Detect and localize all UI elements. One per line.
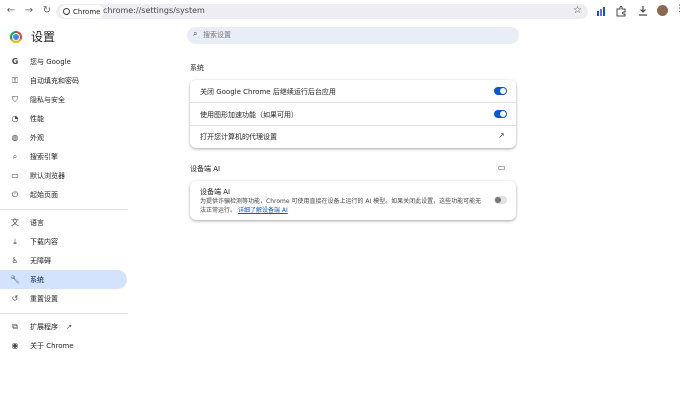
sidebar-item-label: 扩展程序 <box>30 322 58 331</box>
accessibility-icon: ♿ <box>11 256 19 265</box>
sidebar-item-label: 外观 <box>30 133 44 142</box>
sidebar-item-performance[interactable]: ◔ 性能 <box>0 109 127 128</box>
open-in-new-icon: ↗ <box>66 322 72 331</box>
section-title-ondevice-ai: 设备端 AI <box>190 165 221 173</box>
page-title: 设置 <box>31 30 56 44</box>
section-title-system: 系统 <box>190 64 204 72</box>
google-g-icon: G <box>11 57 19 66</box>
sidebar-item-label: 无障碍 <box>30 256 51 265</box>
url-text[interactable]: chrome://settings/system <box>103 6 205 15</box>
sidebar-item-label: 您与 Google <box>30 57 71 66</box>
learn-more-link[interactable]: 详细了解设备端 AI <box>238 207 288 214</box>
sidebar-item-label: 搜索引擎 <box>30 152 58 161</box>
palette-icon: ◍ <box>11 133 19 142</box>
puzzle-icon[interactable] <box>615 5 627 17</box>
sidebar-item-on-startup[interactable]: ⏻ 起始页面 <box>0 185 127 204</box>
sidebar-item-label: 自动填充和密码 <box>30 76 79 85</box>
speedometer-icon: ◔ <box>11 114 19 123</box>
open-in-new-icon[interactable]: ↗ <box>498 131 505 140</box>
row-label: 关闭 Google Chrome 后继续运行后台应用 <box>200 88 336 96</box>
reload-icon[interactable]: ↻ <box>41 5 53 17</box>
bookmark-star-icon[interactable]: ☆ <box>573 5 582 16</box>
sidebar-item-label: 下载内容 <box>30 237 58 246</box>
sidebar-item-search-engine[interactable]: ⌕ 搜索引擎 <box>0 147 127 166</box>
search-input[interactable] <box>203 28 503 42</box>
sidebar-item-privacy[interactable]: ⛉ 隐私与安全 <box>0 90 127 109</box>
sidebar-item-reset[interactable]: ↺ 重置设置 <box>0 289 127 308</box>
chrome-icon <box>63 8 70 15</box>
profile-avatar[interactable] <box>657 5 668 16</box>
sidebar-item-extensions[interactable]: ⧉ 扩展程序 ↗ <box>0 317 127 336</box>
sidebar-item-label: 重置设置 <box>30 294 58 303</box>
sidebar-divider <box>0 209 128 210</box>
sidebar-item-you-and-google[interactable]: G 您与 Google <box>0 52 127 71</box>
download-icon: ⤓ <box>13 236 17 246</box>
back-arrow-icon[interactable]: ← <box>5 5 17 17</box>
sidebar-item-label: 默认浏览器 <box>30 171 65 180</box>
site-chip-label: Chrome <box>73 7 101 16</box>
translate-icon: 文 <box>11 218 19 227</box>
chrome-logo-icon: ◉ <box>11 341 19 350</box>
row-label: 打开您计算机的代理设置 <box>200 133 277 141</box>
sidebar-item-autofill[interactable]: ⚿ 自动填充和密码 <box>0 71 127 90</box>
hardware-acceleration-toggle[interactable] <box>494 110 507 118</box>
sidebar-item-about-chrome[interactable]: ◉ 关于 Chrome <box>0 336 127 355</box>
sidebar-item-label: 起始页面 <box>30 190 58 199</box>
search-icon: ⌕ <box>12 151 18 161</box>
sidebar-item-downloads[interactable]: ⤓ 下载内容 <box>0 232 127 251</box>
sidebar-divider <box>0 313 128 314</box>
shield-icon: ⛉ <box>12 94 18 104</box>
sidebar-item-default-browser[interactable]: ▭ 默认浏览器 <box>0 166 127 185</box>
sidebar-item-label: 隐私与安全 <box>30 95 65 104</box>
menu-kebab-icon[interactable]: ⋮ <box>675 4 684 14</box>
system-settings-card: 关闭 Google Chrome 后继续运行后台应用 使用图形加速功能（如果可用… <box>190 80 516 148</box>
sidebar-item-languages[interactable]: 文 语言 <box>0 213 127 232</box>
key-icon: ⚿ <box>11 75 19 85</box>
search-icon: ⌕ <box>193 29 198 38</box>
downloads-icon[interactable] <box>637 5 649 17</box>
ondevice-ai-card: 设备端 AI 为提供诈骗检测等功能，Chrome 可使用直接在设备上运行的 AI… <box>190 181 516 220</box>
ondevice-ai-title: 设备端 AI <box>200 188 231 196</box>
ondevice-ai-toggle[interactable] <box>494 196 507 204</box>
site-info-chip[interactable]: Chrome <box>60 5 105 18</box>
sidebar-item-label: 性能 <box>30 114 44 123</box>
sidebar-item-label: 语言 <box>30 218 44 227</box>
chrome-logo-icon <box>10 30 22 43</box>
ondevice-ai-description: 为提供诈骗检测等功能，Chrome 可使用直接在设备上运行的 AI 模型。如果关… <box>200 197 485 215</box>
sidebar-item-appearance[interactable]: ◍ 外观 <box>0 128 127 147</box>
row-hardware-acceleration[interactable]: 使用图形加速功能（如果可用） <box>190 103 516 125</box>
sidebar-item-label: 系统 <box>30 275 44 284</box>
row-background-apps[interactable]: 关闭 Google Chrome 后继续运行后台应用 <box>190 80 516 102</box>
wrench-icon: 🔧 <box>10 275 20 284</box>
address-bar[interactable]: Chrome chrome://settings/system ☆ <box>56 4 588 19</box>
puzzle-icon: ⧉ <box>12 321 18 331</box>
row-label: 使用图形加速功能（如果可用） <box>200 111 298 119</box>
sidebar-item-accessibility[interactable]: ♿ 无障碍 <box>0 251 127 270</box>
reset-icon: ↺ <box>11 294 19 303</box>
browser-toolbar: ← → ↻ Chrome chrome://settings/system ☆ … <box>0 0 690 22</box>
background-apps-toggle[interactable] <box>494 87 507 95</box>
settings-header: 设置 <box>10 28 55 45</box>
extension-chart-icon[interactable] <box>596 5 608 17</box>
forward-arrow-icon[interactable]: → <box>23 5 35 17</box>
power-icon: ⏻ <box>11 189 19 199</box>
row-proxy-settings[interactable]: 打开您计算机的代理设置 ↗ <box>190 126 516 148</box>
sidebar-item-system[interactable]: 🔧 系统 <box>0 270 127 289</box>
feedback-icon[interactable]: ▭ <box>498 163 506 172</box>
browser-window-icon: ▭ <box>11 171 19 180</box>
sidebar-item-label: 关于 Chrome <box>30 341 74 350</box>
search-settings-box[interactable]: ⌕ <box>187 27 519 44</box>
